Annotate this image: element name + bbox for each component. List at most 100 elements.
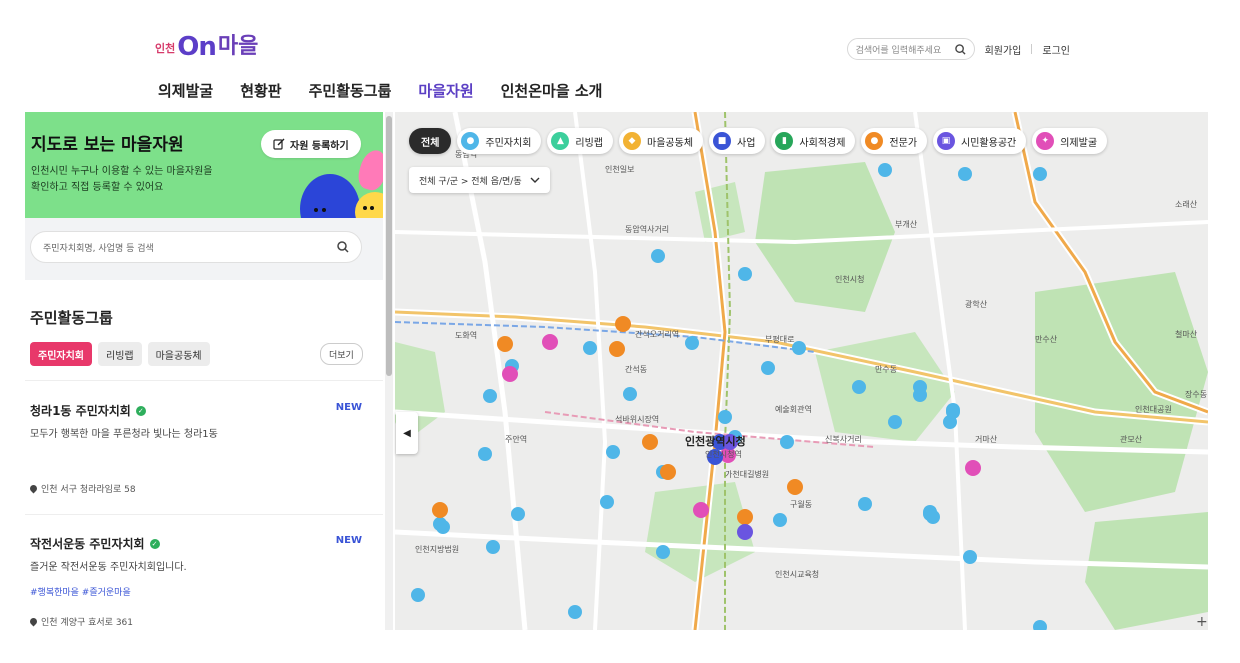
map-label: 동암역사거리 bbox=[625, 224, 669, 234]
header-divider bbox=[1031, 44, 1033, 54]
category-chip-social-economy[interactable]: ▮ 사회적경제 bbox=[771, 128, 856, 154]
map-label: 만수산 bbox=[1035, 334, 1058, 344]
card-name: 청라1동 주민자치회 bbox=[30, 404, 131, 418]
panel-search-placeholder: 주민자치회명, 사업명 등 검색 bbox=[43, 243, 154, 254]
category-chip-resident-council[interactable]: ● 주민자치회 bbox=[457, 128, 542, 154]
new-badge: NEW bbox=[335, 535, 362, 546]
map-label: 철마산 bbox=[1175, 329, 1198, 339]
hero-desc: 인천시민 누구나 이용할 수 있는 마을자원을 확인하고 직접 등록할 수 있어… bbox=[31, 164, 213, 196]
category-chip-community[interactable]: ◆ 마을공동체 bbox=[619, 128, 704, 154]
category-chip-livinglab[interactable]: ▲ 리빙랩 bbox=[547, 128, 614, 154]
card-desc: 즐거운 작전서운동 주민자치회입니다. bbox=[30, 562, 187, 573]
category-label: 리빙랩 bbox=[575, 137, 604, 149]
panel-search-area: 주민자치회명, 사업명 등 검색 bbox=[25, 218, 383, 280]
map-label: 인천시청역 bbox=[705, 449, 742, 459]
region-select[interactable]: 전체 구/군 > 전체 읍/면/동 bbox=[409, 167, 550, 193]
briefcase-icon: ■ bbox=[713, 132, 732, 150]
group-card[interactable]: 청라1동 주민자치회 ✓ NEW 모두가 행복한 마을 푸른청라 빛나는 청라1… bbox=[28, 402, 362, 497]
panel-scrollbar[interactable] bbox=[385, 112, 393, 630]
map-label: 구월동 bbox=[790, 499, 812, 509]
map-label: 소래산 bbox=[1175, 199, 1198, 209]
pen-icon bbox=[273, 138, 285, 150]
check-icon: ✓ bbox=[135, 405, 146, 416]
category-chip-civic-space[interactable]: ▣ 시민활용공간 bbox=[933, 128, 1027, 154]
hero-title: 지도로 보는 마을자원 bbox=[31, 135, 184, 155]
card-title: 청라1동 주민자치회 ✓ bbox=[30, 402, 362, 419]
new-badge: NEW bbox=[335, 402, 362, 413]
community-icon: ◆ bbox=[623, 132, 642, 150]
logo-suffix: 마을 bbox=[217, 34, 259, 59]
map-label: 장수동 bbox=[1185, 389, 1207, 399]
hero-desc-line2: 확인하고 직접 등록할 수 있어요 bbox=[31, 182, 164, 193]
nav-item-dashboard[interactable]: 현황판 bbox=[240, 80, 281, 101]
main-nav: 의제발굴 현황판 주민활동그룹 마을자원 인천온마을 소개 bbox=[158, 80, 602, 101]
character-illustration-pink bbox=[355, 147, 383, 193]
character-illustration-blue bbox=[300, 174, 360, 218]
map-label: 인천대공원 bbox=[1135, 404, 1172, 414]
category-label: 전문가 bbox=[889, 137, 918, 149]
panel-search-input[interactable]: 주민자치회명, 사업명 등 검색 bbox=[30, 231, 362, 263]
nav-item-resources[interactable]: 마을자원 bbox=[418, 80, 473, 101]
card-name: 작전서운동 주민자치회 bbox=[30, 537, 145, 551]
character-eye bbox=[314, 208, 318, 212]
plus-icon[interactable]: + bbox=[1196, 614, 1208, 630]
divider bbox=[25, 514, 383, 515]
card-address: 인천 서구 청라라임로 58 bbox=[28, 482, 136, 495]
map-label: 거마산 bbox=[975, 434, 998, 444]
map-label: 광학산 bbox=[965, 299, 988, 309]
category-filter-bar: 전체 ● 주민자치회 ▲ 리빙랩 ◆ 마을공동체 ■ 사업 ▮ 사회적경제 ● … bbox=[409, 128, 1108, 154]
category-label: 주민자치회 bbox=[485, 137, 532, 149]
logo-on: On bbox=[177, 32, 217, 62]
character-illustration-yellow bbox=[355, 192, 383, 218]
chevron-left-icon: ◀ bbox=[403, 427, 411, 439]
map-label: 인천광역시청 bbox=[685, 434, 746, 448]
search-icon[interactable] bbox=[954, 43, 966, 55]
collapse-panel-button[interactable]: ◀ bbox=[396, 412, 418, 454]
nav-item-agenda[interactable]: 의제발굴 bbox=[158, 80, 213, 101]
category-chip-all[interactable]: 전체 bbox=[409, 128, 452, 154]
map-label: 가천대길병원 bbox=[725, 469, 769, 479]
check-icon: ✓ bbox=[149, 538, 160, 549]
divider bbox=[25, 380, 383, 381]
site-logo[interactable]: 인천 On 마을 bbox=[155, 34, 258, 60]
category-label: 사업 bbox=[737, 137, 756, 149]
card-tags[interactable]: #행복한마을 #즐거운마을 bbox=[30, 585, 362, 598]
search-icon[interactable] bbox=[337, 241, 349, 253]
register-resource-button[interactable]: 자원 등록하기 bbox=[261, 130, 361, 158]
hero-desc-line1: 인천시민 누구나 이용할 수 있는 마을자원을 bbox=[31, 166, 213, 177]
logo-prefix: 인천 bbox=[155, 42, 176, 55]
map-label: 부개산 bbox=[895, 219, 918, 229]
category-chip-agenda[interactable]: ✦ 의제발굴 bbox=[1032, 128, 1108, 154]
map-label: 인천일보 bbox=[605, 164, 634, 174]
signup-link[interactable]: 회원가입 bbox=[985, 42, 1022, 57]
header-search-input[interactable]: 검색어를 입력해주세요 bbox=[846, 38, 975, 60]
character-eye bbox=[363, 206, 367, 210]
filter-chip-resident-council[interactable]: 주민자치회 bbox=[30, 342, 92, 366]
category-label: 사회적경제 bbox=[799, 137, 846, 149]
group-card[interactable]: 작전서운동 주민자치회 ✓ NEW 즐거운 작전서운동 주민자치회입니다. #행… bbox=[28, 535, 362, 630]
agenda-icon: ✦ bbox=[1036, 132, 1055, 150]
nav-item-groups[interactable]: 주민활동그룹 bbox=[309, 80, 392, 101]
scrollbar-thumb[interactable] bbox=[386, 116, 392, 376]
category-chip-expert[interactable]: ● 전문가 bbox=[861, 128, 928, 154]
location-pin-icon bbox=[28, 483, 39, 494]
filter-chip-community[interactable]: 마을공동체 bbox=[147, 342, 210, 366]
header-search-placeholder: 검색어를 입력해주세요 bbox=[855, 45, 942, 56]
map-label: 인천시청 bbox=[835, 274, 864, 284]
character-eye bbox=[322, 208, 326, 212]
login-link[interactable]: 로그인 bbox=[1042, 42, 1070, 57]
nav-item-about[interactable]: 인천온마을 소개 bbox=[501, 80, 603, 101]
map-label: 석바위시장역 bbox=[615, 414, 659, 424]
card-address-text: 인천 서구 청라라임로 58 bbox=[41, 485, 136, 495]
space-icon: ▣ bbox=[937, 132, 956, 150]
group-filter-tabs: 주민자치회 리빙랩 마을공동체 bbox=[30, 342, 210, 366]
filter-chip-livinglab[interactable]: 리빙랩 bbox=[98, 342, 142, 366]
card-title: 작전서운동 주민자치회 ✓ bbox=[30, 535, 362, 552]
flask-icon: ▲ bbox=[551, 132, 570, 150]
more-button[interactable]: 더보기 bbox=[320, 343, 363, 365]
category-label: 시민활용공간 bbox=[961, 137, 1017, 149]
category-chip-business[interactable]: ■ 사업 bbox=[709, 128, 766, 154]
map-label: 예술회관역 bbox=[775, 404, 812, 414]
people-icon: ● bbox=[461, 132, 480, 150]
character-eye bbox=[370, 206, 374, 210]
